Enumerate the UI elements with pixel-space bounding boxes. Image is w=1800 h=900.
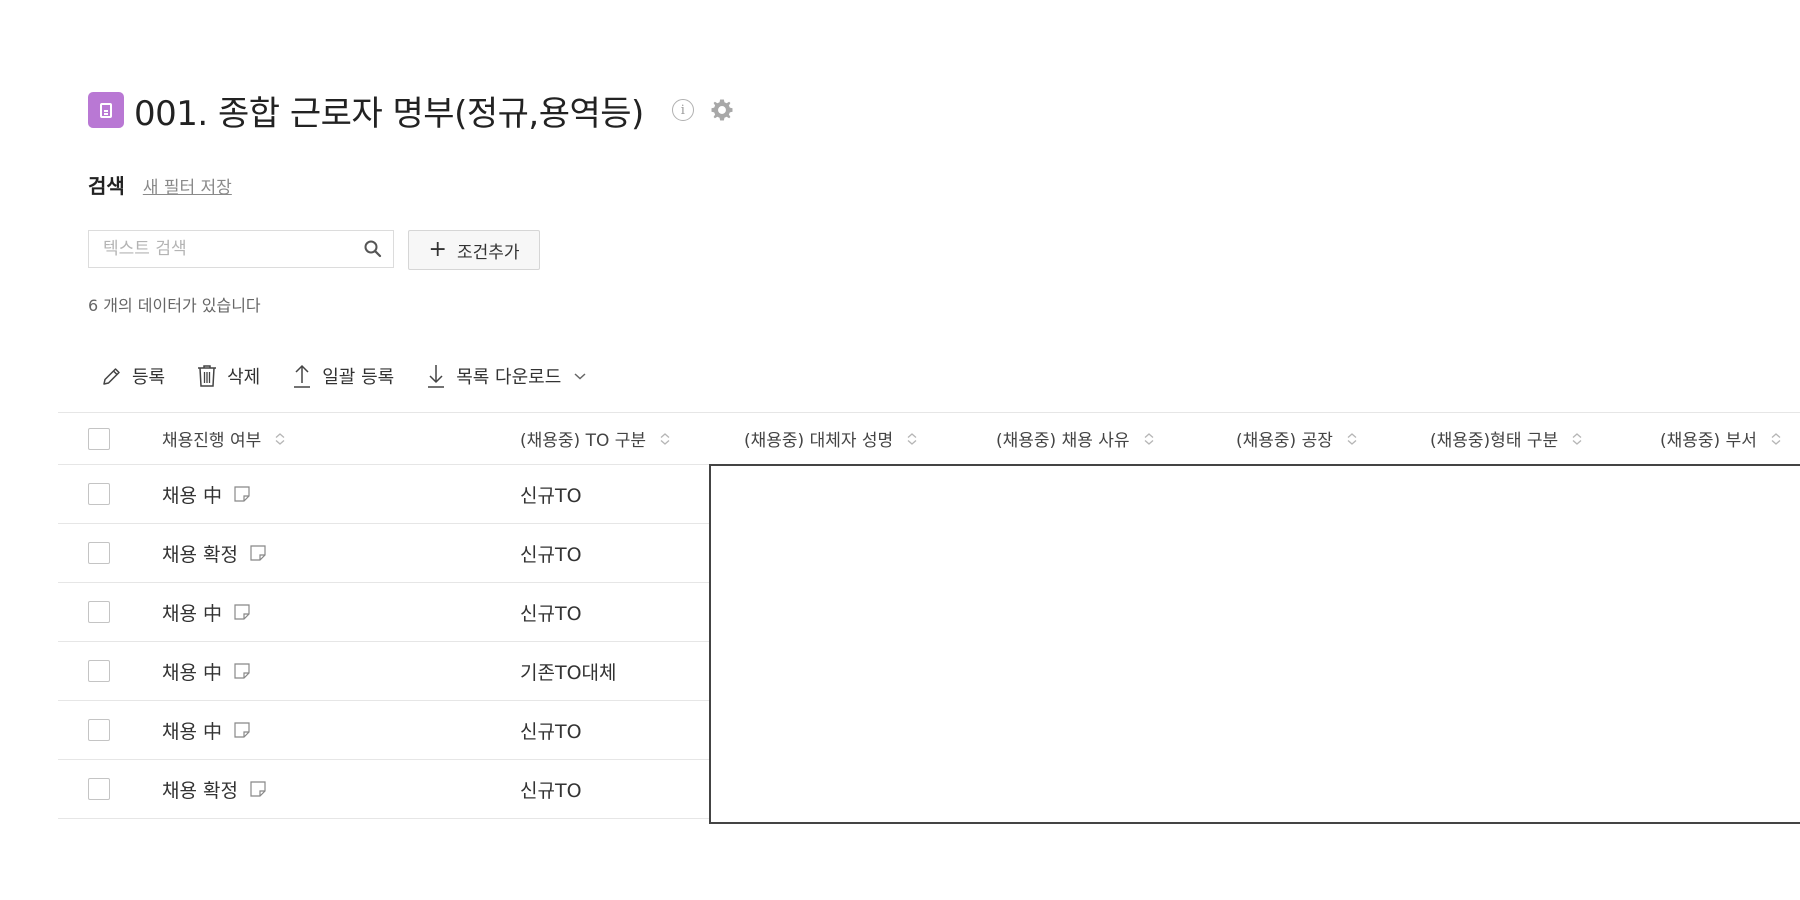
gear-icon[interactable] — [708, 96, 736, 124]
row-checkbox-cell — [88, 465, 110, 523]
column-header-label: (채용중) 채용 사유 — [996, 431, 1130, 451]
to-type-cell: 신규TO — [520, 602, 582, 625]
column-header-label: (채용중)형태 구분 — [1430, 431, 1559, 451]
status-cell: 채용 확정 — [162, 760, 268, 818]
sort-icon[interactable] — [905, 432, 919, 446]
header-checkbox-cell — [88, 413, 110, 464]
page: 001. 종합 근로자 명부(정규,용역등) i 검색 새 필터 저장 + 조건… — [0, 0, 1800, 900]
register-button[interactable]: 등록 — [100, 363, 165, 389]
chevron-down-icon — [574, 373, 586, 380]
status-cell: 채용 中 — [162, 465, 252, 523]
plus-icon: + — [428, 237, 447, 262]
column-header[interactable]: (채용중)형태 구분 — [1430, 413, 1584, 464]
delete-button[interactable]: 삭제 — [195, 363, 260, 389]
toolbar: 등록 삭제 일괄 등록 목록 다운로드 — [100, 358, 617, 394]
row-checkbox[interactable] — [88, 719, 110, 741]
memo-icon[interactable] — [232, 602, 252, 622]
to-type-cell: 기존TO대체 — [520, 661, 617, 684]
memo-icon[interactable] — [248, 779, 268, 799]
search-label: 검색 — [88, 174, 125, 198]
status-text: 채용 확정 — [162, 543, 238, 566]
column-header[interactable]: (채용중) 채용 사유 — [996, 413, 1156, 464]
bulk-register-label: 일괄 등록 — [322, 367, 395, 388]
page-title: 001. 종합 근로자 명부(정규,용역등) — [134, 93, 644, 134]
status-text: 채용 中 — [162, 661, 222, 684]
memo-icon[interactable] — [232, 484, 252, 504]
column-header-label: (채용중) 대체자 성명 — [744, 431, 894, 451]
memo-icon[interactable] — [232, 661, 252, 681]
memo-icon[interactable] — [232, 720, 252, 740]
column-header-label: 채용진행 여부 — [162, 431, 262, 451]
pencil-icon — [103, 368, 120, 385]
column-header[interactable]: (채용중) TO 구분 — [520, 413, 672, 464]
column-header[interactable]: (채용중) 공장 — [1236, 413, 1359, 464]
row-checkbox-cell — [88, 583, 110, 641]
row-checkbox[interactable] — [88, 601, 110, 623]
column-header-label: (채용중) 공장 — [1236, 431, 1333, 451]
register-label: 등록 — [132, 367, 166, 388]
row-checkbox-cell — [88, 642, 110, 700]
info-icon[interactable]: i — [671, 99, 694, 121]
add-condition-label: 조건추가 — [456, 242, 520, 263]
to-type-cell: 신규TO — [520, 779, 582, 802]
trash-icon — [198, 365, 217, 387]
search-input[interactable] — [89, 231, 377, 267]
sort-icon[interactable] — [1345, 432, 1359, 446]
table-header: 채용진행 여부 (채용중) TO 구분 (채용중) 대체자 성명 (채용중) 채… — [58, 412, 1800, 465]
status-cell: 채용 中 — [162, 701, 252, 759]
status-text: 채용 中 — [162, 484, 222, 507]
row-checkbox[interactable] — [88, 778, 110, 800]
to-type-cell: 신규TO — [520, 720, 582, 743]
search-icon[interactable] — [363, 239, 383, 259]
sort-icon[interactable] — [658, 432, 672, 446]
select-all-checkbox[interactable] — [88, 427, 110, 450]
column-header-label: (채용중) 부서 — [1660, 431, 1757, 451]
search-header: 검색 새 필터 저장 — [88, 170, 232, 199]
status-text: 채용 中 — [162, 602, 222, 625]
title-row: 001. 종합 근로자 명부(정규,용역등) i — [88, 86, 736, 134]
row-checkbox[interactable] — [88, 660, 110, 682]
sort-icon[interactable] — [1570, 432, 1584, 446]
row-checkbox-cell — [88, 760, 110, 818]
save-filter-link[interactable]: 새 필터 저장 — [143, 173, 232, 198]
upload-icon — [294, 364, 311, 388]
redacted-panel — [709, 464, 1800, 824]
to-type-cell: 신규TO — [520, 484, 582, 507]
download-list-label: 목록 다운로드 — [456, 367, 562, 388]
search-box — [88, 230, 394, 268]
status-cell: 채용 中 — [162, 642, 252, 700]
status-cell: 채용 中 — [162, 583, 252, 641]
bulk-register-button[interactable]: 일괄 등록 — [290, 362, 394, 390]
status-text: 채용 확정 — [162, 779, 238, 802]
record-count: 6 개의 데이터가 있습니다 — [88, 296, 261, 315]
sort-icon[interactable] — [1769, 432, 1783, 446]
column-header[interactable]: (채용중) 대체자 성명 — [744, 413, 919, 464]
column-header[interactable]: (채용중) 부서 — [1660, 413, 1783, 464]
row-checkbox[interactable] — [88, 483, 110, 505]
row-checkbox-cell — [88, 524, 110, 582]
memo-icon[interactable] — [248, 543, 268, 563]
column-header-label: (채용중) TO 구분 — [520, 431, 647, 451]
row-checkbox-cell — [88, 701, 110, 759]
to-type-cell: 신규TO — [520, 543, 582, 566]
status-cell: 채용 확정 — [162, 524, 268, 582]
download-list-button[interactable]: 목록 다운로드 — [424, 362, 587, 390]
download-icon — [428, 365, 445, 388]
app-sheet-icon — [88, 92, 124, 128]
delete-label: 삭제 — [227, 367, 261, 388]
status-text: 채용 中 — [162, 720, 222, 743]
row-checkbox[interactable] — [88, 542, 110, 564]
add-condition-button[interactable]: + 조건추가 — [408, 230, 540, 270]
column-header[interactable]: 채용진행 여부 — [162, 413, 287, 464]
sort-icon[interactable] — [1142, 432, 1156, 446]
sort-icon[interactable] — [273, 432, 287, 446]
